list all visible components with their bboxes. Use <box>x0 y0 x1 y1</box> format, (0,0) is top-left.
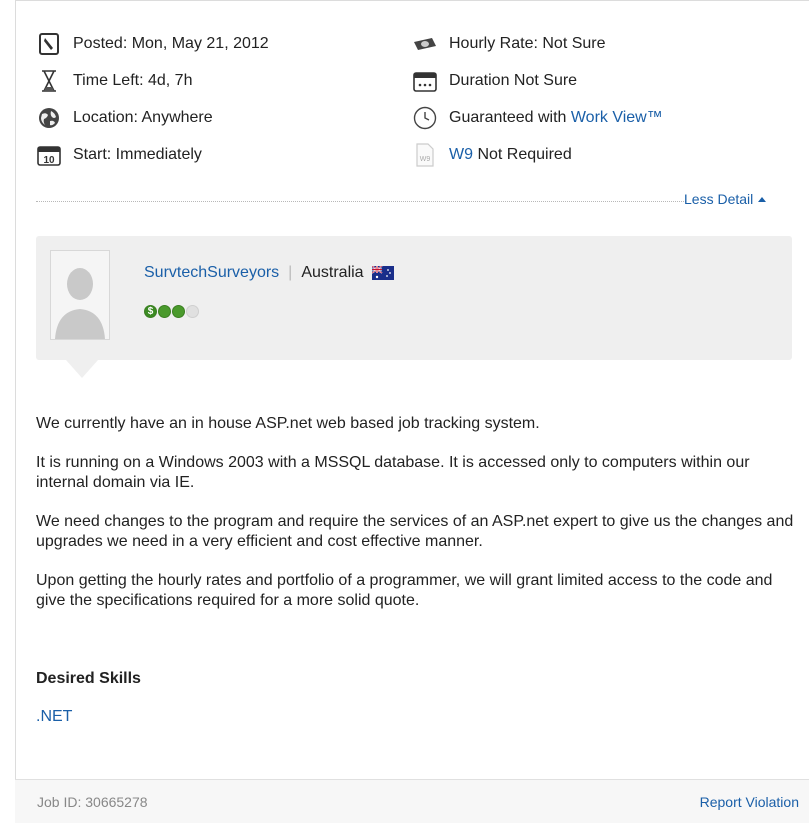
w9-suffix: Not Required <box>477 146 572 163</box>
report-violation-link[interactable]: Report Violation <box>700 794 799 810</box>
duration-text: Duration Not Sure <box>449 72 578 89</box>
caret-up-icon <box>758 196 767 202</box>
description-paragraph: We need changes to the program and requi… <box>36 513 794 550</box>
client-info: SurvtechSurveyors | Australia <box>144 264 394 282</box>
guarantee-prefix: Guaranteed with <box>449 109 567 126</box>
time-left-text: Time Left: 4d, 7h <box>73 72 193 89</box>
w9-link[interactable]: W9 <box>449 146 473 164</box>
rating-dot-filled <box>158 305 171 318</box>
desired-skills-heading: Desired Skills <box>36 670 141 687</box>
hourly-rate-text: Hourly Rate: Not Sure <box>449 35 606 52</box>
calendar-icon: 10 <box>36 143 62 167</box>
description-paragraph: It is running on a Windows 2003 with a M… <box>36 454 750 491</box>
pipe-divider: | <box>288 264 293 281</box>
description-paragraph: Upon getting the hourly rates and portfo… <box>36 572 773 609</box>
payment-verified-icon: $ <box>144 305 157 318</box>
client-rating: $ <box>144 305 199 318</box>
svg-text:W9: W9 <box>420 156 431 163</box>
client-country: Australia <box>301 264 364 281</box>
rating-dot-filled <box>172 305 185 318</box>
less-detail-toggle[interactable]: Less Detail <box>684 191 767 207</box>
description-paragraph: We currently have an in house ASP.net we… <box>36 415 540 432</box>
posted-text: Posted: Mon, May 21, 2012 <box>73 35 269 52</box>
client-name-link[interactable]: SurvtechSurveyors <box>144 264 279 282</box>
start-row: 10 Start: Immediately <box>36 143 202 167</box>
work-view-link[interactable]: Work View™ <box>571 109 663 127</box>
calendar-dots-icon <box>412 69 438 93</box>
less-detail-label: Less Detail <box>684 191 754 207</box>
hourly-rate-row: Hourly Rate: Not Sure <box>412 32 606 56</box>
guarantee-row: Guaranteed with Work View™ <box>412 106 663 130</box>
avatar <box>50 250 110 340</box>
time-left-row: Time Left: 4d, 7h <box>36 69 192 93</box>
client-card: SurvtechSurveyors | Australia $ <box>36 236 792 360</box>
job-id: Job ID: 30665278 <box>37 794 148 810</box>
start-text: Start: Immediately <box>73 146 202 163</box>
posted-row: Posted: Mon, May 21, 2012 <box>36 32 269 56</box>
skill-link[interactable]: .NET <box>36 708 72 726</box>
clock-icon <box>412 106 438 130</box>
location-row: Location: Anywhere <box>36 106 213 130</box>
w9-document-icon: W9 <box>412 143 438 167</box>
job-description: We currently have an in house ASP.net we… <box>36 414 806 630</box>
hourglass-icon <box>36 69 62 93</box>
job-footer: Job ID: 30665278 Report Violation <box>15 779 809 823</box>
globe-icon <box>36 106 62 130</box>
detail-divider <box>36 201 686 202</box>
location-text: Location: Anywhere <box>73 109 213 126</box>
rating-dot-empty <box>186 305 199 318</box>
w9-row: W9 W9 Not Required <box>412 143 572 167</box>
duration-row: Duration Not Sure <box>412 69 577 93</box>
client-card-pointer <box>66 360 98 378</box>
svg-text:10: 10 <box>43 155 55 166</box>
money-icon <box>412 32 438 56</box>
australia-flag-icon <box>371 266 394 280</box>
pencil-note-icon <box>36 32 62 56</box>
